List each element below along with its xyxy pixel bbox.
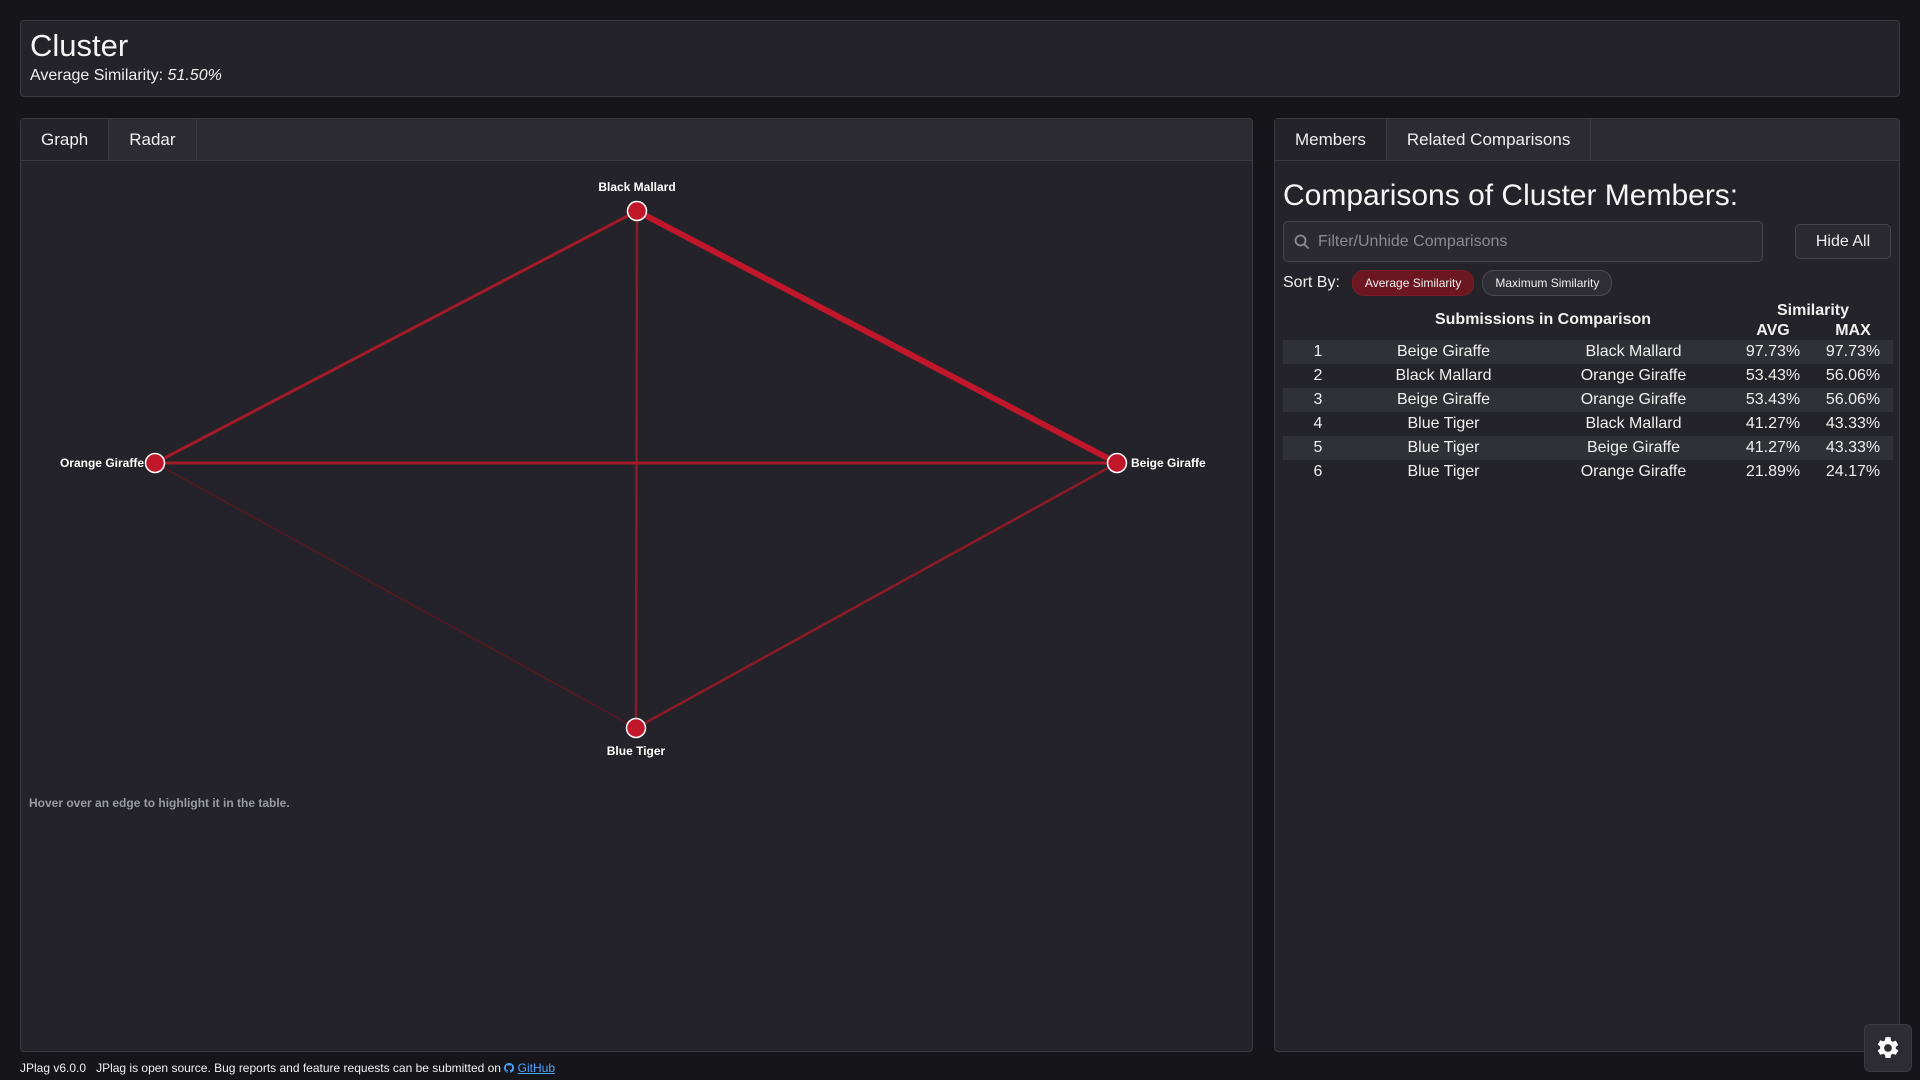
footer: JPlag v6.0.0 JPlag is open source. Bug r… bbox=[20, 1061, 555, 1075]
sort-average-similarity[interactable]: Average Similarity bbox=[1351, 270, 1475, 296]
row-max: 43.33% bbox=[1825, 439, 1881, 456]
row-submission-b: Beige Giraffe bbox=[1586, 439, 1681, 456]
row-avg: 53.43% bbox=[1745, 367, 1801, 384]
footer-text: JPlag is open source. Bug reports and fe… bbox=[96, 1061, 501, 1075]
edge-beige-blue[interactable] bbox=[635, 461, 1118, 730]
comparisons-table: Submissions in Comparison Similarity AVG… bbox=[1283, 300, 1893, 484]
row-submission-a: Beige Giraffe bbox=[1396, 391, 1491, 408]
row-submission-a: Blue Tiger bbox=[1407, 415, 1480, 432]
row-index: 5 bbox=[1313, 439, 1323, 456]
table-row[interactable]: 3 Beige Giraffe Orange Giraffe 53.43% 56.06% bbox=[1283, 388, 1893, 412]
row-max: 24.17% bbox=[1825, 463, 1881, 480]
cluster-header: Cluster Average Similarity: 51.50% bbox=[20, 20, 1900, 97]
row-submission-b: Orange Giraffe bbox=[1580, 391, 1687, 408]
node-label-beige-giraffe: Beige Giraffe bbox=[1131, 456, 1206, 470]
graph-hint: Hover over an edge to highlight it in th… bbox=[29, 796, 290, 810]
members-title: Comparisons of Cluster Members: bbox=[1283, 179, 1739, 212]
members-tabbar: Members Related Comparisons bbox=[1275, 119, 1899, 161]
gear-icon bbox=[1877, 1037, 1899, 1058]
graph-tabbar: Graph Radar bbox=[21, 119, 1252, 161]
row-max: 56.06% bbox=[1825, 391, 1881, 408]
table-row[interactable]: 6 Blue Tiger Orange Giraffe 21.89% 24.17% bbox=[1283, 460, 1893, 484]
tab-related-comparisons[interactable]: Related Comparisons bbox=[1387, 119, 1592, 160]
tab-radar[interactable]: Radar bbox=[109, 119, 197, 160]
row-avg: 97.73% bbox=[1745, 343, 1801, 360]
row-index: 3 bbox=[1313, 391, 1323, 408]
header-avg: AVG bbox=[1756, 322, 1790, 339]
hide-all-button[interactable]: Hide All bbox=[1795, 224, 1891, 259]
row-index: 6 bbox=[1313, 463, 1323, 480]
row-submission-b: Black Mallard bbox=[1585, 343, 1682, 360]
table-row[interactable]: 4 Blue Tiger Black Mallard 41.27% 43.33% bbox=[1283, 412, 1893, 436]
settings-button[interactable] bbox=[1864, 1024, 1912, 1072]
node-orange-giraffe[interactable] bbox=[144, 452, 166, 474]
page-title: Cluster bbox=[30, 28, 129, 63]
sort-maximum-similarity[interactable]: Maximum Similarity bbox=[1482, 270, 1613, 296]
edge-black-blue[interactable] bbox=[634, 210, 639, 729]
header-max: MAX bbox=[1835, 322, 1871, 339]
edge-black-orange[interactable] bbox=[154, 209, 638, 465]
cluster-graph: Black Mallard Orange Giraffe Beige Giraf… bbox=[60, 180, 1206, 758]
node-blue-tiger[interactable] bbox=[625, 717, 647, 739]
table-row[interactable]: 5 Blue Tiger Beige Giraffe 41.27% 43.33% bbox=[1283, 436, 1893, 460]
row-avg: 41.27% bbox=[1745, 415, 1801, 432]
search-box bbox=[1283, 221, 1763, 262]
filter-input[interactable] bbox=[1318, 232, 1738, 251]
table-row[interactable]: 1 Beige Giraffe Black Mallard 97.73% 97.73% bbox=[1283, 340, 1893, 364]
node-label-blue-tiger: Blue Tiger bbox=[607, 744, 666, 758]
row-max: 97.73% bbox=[1825, 343, 1881, 360]
row-avg: 21.89% bbox=[1745, 463, 1801, 480]
members-panel: Members Related Comparisons Comparisons … bbox=[1274, 118, 1900, 1052]
row-index: 4 bbox=[1313, 415, 1323, 432]
row-submission-a: Beige Giraffe bbox=[1396, 343, 1491, 360]
row-avg: 41.27% bbox=[1745, 439, 1801, 456]
footer-version: JPlag v6.0.0 bbox=[20, 1061, 87, 1075]
tab-members[interactable]: Members bbox=[1275, 119, 1387, 160]
row-max: 56.06% bbox=[1825, 367, 1881, 384]
filter-row: Hide All bbox=[1283, 221, 1891, 262]
row-submission-b: Orange Giraffe bbox=[1580, 463, 1687, 480]
row-index: 2 bbox=[1313, 367, 1323, 384]
edge-orange-blue[interactable] bbox=[154, 462, 637, 729]
header-submissions: Submissions in Comparison bbox=[1434, 311, 1652, 328]
row-avg: 53.43% bbox=[1745, 391, 1801, 408]
row-submission-a: Black Mallard bbox=[1395, 367, 1492, 384]
edge-black-beige[interactable] bbox=[635, 208, 1119, 466]
node-label-orange-giraffe: Orange Giraffe bbox=[60, 456, 144, 470]
members-body: Comparisons of Cluster Members: Hide All… bbox=[1275, 179, 1899, 484]
github-icon bbox=[504, 1062, 515, 1073]
row-submission-a: Blue Tiger bbox=[1407, 463, 1480, 480]
average-similarity-label: Average Similarity: bbox=[30, 67, 164, 85]
node-black-mallard[interactable] bbox=[626, 200, 648, 222]
table-row[interactable]: 2 Black Mallard Orange Giraffe 53.43% 56.06% bbox=[1283, 364, 1893, 388]
github-link[interactable]: GitHub bbox=[518, 1061, 555, 1075]
sort-by-label: Sort By: bbox=[1283, 274, 1340, 291]
average-similarity-value: 51.50% bbox=[167, 67, 222, 85]
tab-graph[interactable]: Graph bbox=[21, 119, 110, 160]
row-submission-b: Orange Giraffe bbox=[1580, 367, 1687, 384]
sort-row: Sort By: Average Similarity Maximum Simi… bbox=[1283, 270, 1891, 296]
node-beige-giraffe[interactable] bbox=[1106, 452, 1128, 474]
search-icon bbox=[1294, 234, 1310, 249]
node-label-black-mallard: Black Mallard bbox=[598, 180, 675, 194]
average-similarity: Average Similarity: 51.50% bbox=[30, 67, 1890, 85]
row-max: 43.33% bbox=[1825, 415, 1881, 432]
row-submission-b: Black Mallard bbox=[1585, 415, 1682, 432]
row-submission-a: Blue Tiger bbox=[1407, 439, 1480, 456]
header-similarity: Similarity bbox=[1776, 302, 1850, 319]
graph-panel: Graph Radar Black Mallard Orange Giraffe… bbox=[20, 118, 1253, 1052]
row-index: 1 bbox=[1313, 343, 1323, 360]
